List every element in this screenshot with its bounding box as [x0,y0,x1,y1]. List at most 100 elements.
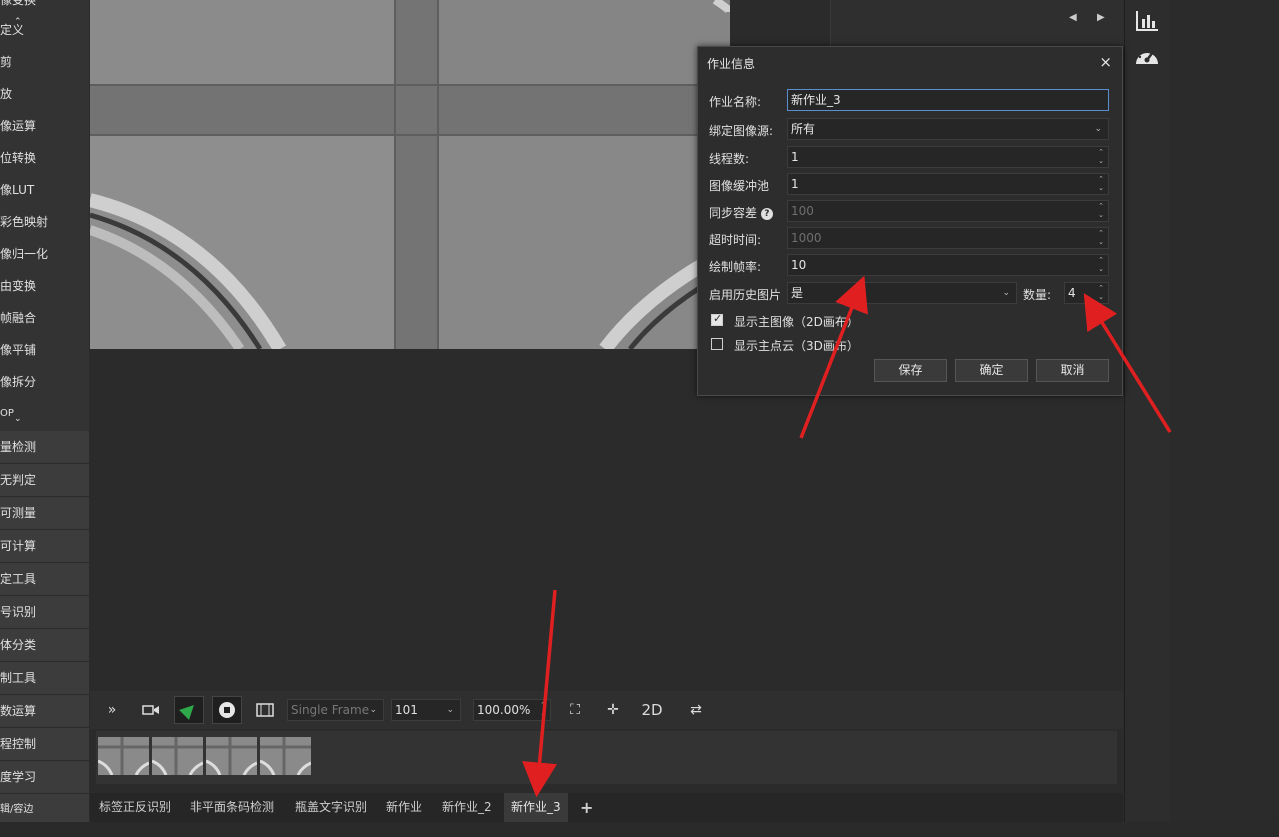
timeout-spinbox: 1000 ⌃ ⌄ [787,227,1109,249]
job-name-input[interactable]: 新作业_3 [787,89,1109,111]
spin-arrows-icon[interactable]: ⌃ ⌄ [1098,256,1104,274]
run-continuous-button[interactable] [174,696,204,724]
sidebar-category[interactable]: 度学习 [0,761,89,794]
sidebar-tool-item[interactable]: 剪 [0,46,89,78]
sidebar-category[interactable]: 可测量 [0,497,89,530]
nav-prev-icon[interactable]: ◀ [1069,12,1077,23]
sidebar-tool-item[interactable]: 由变换 [0,270,89,302]
tab-job[interactable]: 非平面条码检测 [190,793,274,822]
count-label: 数量: [1023,288,1052,302]
history-thumbnail[interactable] [152,737,203,775]
ok-button[interactable]: 确定 [955,359,1028,382]
sync-icon[interactable]: ⇄ [683,699,709,721]
scroll-down-icon[interactable]: ⌄ [14,414,22,424]
draw-fps-spinbox[interactable]: 10 ⌃ ⌄ [787,254,1109,276]
history-thumbnail[interactable] [206,737,257,775]
right-icon-bar [1124,0,1170,822]
spin-arrows-icon: ⌃ ⌄ [1098,229,1104,246]
film-icon[interactable] [252,699,278,721]
tab-job[interactable]: 瓶盖文字识别 [295,793,367,822]
sidebar-tool-item[interactable]: 帧融合 [0,302,89,334]
sidebar-category[interactable]: 辑/容边 [0,794,89,822]
nav-next-icon[interactable]: ▶ [1097,12,1105,23]
sidebar-tool-item[interactable]: 像运算 [0,110,89,142]
sidebar-category[interactable]: 制工具 [0,662,89,695]
show-main-pointcloud-checkbox[interactable] [711,338,723,350]
thumbnail-image [152,737,203,775]
sidebar-category[interactable]: 定工具 [0,563,89,596]
crosshair-icon[interactable]: ✛ [600,699,626,721]
thread-count-spinbox[interactable]: 1 ⌃ ⌄ [787,146,1109,168]
tab-job-active[interactable]: 新作业_3 [504,793,568,822]
chevron-down-icon: ⌄ [1002,288,1010,298]
frame-number-select[interactable]: 101 ⌄ [391,699,461,721]
chevron-down-icon: ⌄ [369,705,377,715]
image-source-value: 所有 [791,122,816,136]
draw-fps-label: 绘制帧率: [709,260,762,274]
timeout-value: 1000 [791,231,822,245]
view-2d-button[interactable]: 2D [637,699,667,721]
zoom-spinbox[interactable]: 100.00% ⌃ ⌄ [473,699,551,721]
zoom-value: 100.00% [477,703,531,717]
sidebar-tool-item[interactable]: 放 [0,78,89,110]
cancel-button[interactable]: 取消 [1036,359,1109,382]
sidebar-tool-item[interactable]: 定义 [0,14,89,46]
help-icon[interactable]: ? [760,207,773,220]
history-images-label: 启用历史图片 [709,288,782,302]
sidebar-category[interactable]: 无判定 [0,464,89,497]
spin-arrows-icon[interactable]: ⌃ ⌄ [540,701,546,719]
history-images-value: 是 [791,286,804,300]
sidebar-tool-item[interactable]: 位转换 [0,142,89,174]
frame-mode-select[interactable]: Single Frame ⌄ [287,699,384,721]
tab-job[interactable]: 新作业 [386,793,422,822]
tab-job[interactable]: 标签正反识别 [99,793,171,822]
sidebar-category[interactable]: 量检测 [0,431,89,464]
tab-job[interactable]: 新作业_2 [442,793,492,822]
sidebar-tool-item[interactable]: 像平铺 [0,334,89,366]
buffer-pool-spinbox[interactable]: 1 ⌃ ⌄ [787,173,1109,195]
sidebar-tool-item[interactable]: 像归一化 [0,238,89,270]
image-canvas[interactable] [90,0,730,349]
thread-count-value: 1 [791,150,799,164]
sidebar-category[interactable]: 数运算 [0,695,89,728]
sidebar-category[interactable]: 可计算 [0,530,89,563]
sidebar-tool-item[interactable]: 彩色映射 [0,206,89,238]
stop-icon [219,702,235,718]
thumbnail-image [260,737,311,775]
sidebar-tool-item[interactable]: 像LUT [0,174,89,206]
canvas-background [90,349,1123,691]
sidebar-category[interactable]: 号识别 [0,596,89,629]
history-thumbnail[interactable] [98,737,149,775]
bar-chart-icon[interactable] [1134,9,1160,33]
show-main-pointcloud-label: 显示主点云（3D画布） [734,339,859,353]
sync-tolerance-label: 同步容差 ? [709,204,773,221]
stop-button[interactable] [212,696,242,724]
history-thumbnail[interactable] [260,737,311,775]
show-main-image-checkbox[interactable] [711,312,723,326]
collapse-icon[interactable]: » [99,699,125,721]
gauge-icon[interactable] [1133,44,1161,68]
sidebar-tool-item[interactable]: 像拆分 [0,366,89,398]
buffer-pool-value: 1 [791,177,799,191]
close-icon[interactable]: × [1099,53,1112,71]
history-images-select[interactable]: 是 ⌄ [787,282,1017,304]
frame-mode-value: Single Frame [291,703,370,717]
fit-screen-icon[interactable]: ⛶ [562,699,588,721]
run-icon [179,705,194,720]
add-tab-button[interactable]: + [580,793,593,822]
spin-arrows-icon[interactable]: ⌃ ⌄ [1098,148,1104,166]
camera-icon[interactable] [138,699,164,721]
image-source-label: 绑定图像源: [709,124,774,138]
spin-arrows-icon[interactable]: ⌃ ⌄ [1098,284,1104,302]
sync-tolerance-spinbox: 100 ⌃ ⌄ [787,200,1109,222]
spin-arrows-icon[interactable]: ⌃ ⌄ [1098,175,1104,193]
save-button[interactable]: 保存 [874,359,947,382]
image-source-select[interactable]: 所有 ⌄ [787,118,1109,140]
sidebar-category[interactable]: 程控制 [0,728,89,761]
sync-tolerance-text: 同步容差 [709,206,758,220]
count-spinbox[interactable]: 4 ⌃ ⌄ [1064,282,1109,304]
canvas-toolbar: » Single Frame ⌄ 101 ⌄ 100.00% ⌃ ⌄ ⛶ ✛ 2D… [90,691,1123,729]
chevron-down-icon: ⌄ [1094,124,1102,134]
sidebar-category[interactable]: 体分类 [0,629,89,662]
frame-number-value: 101 [395,703,418,717]
